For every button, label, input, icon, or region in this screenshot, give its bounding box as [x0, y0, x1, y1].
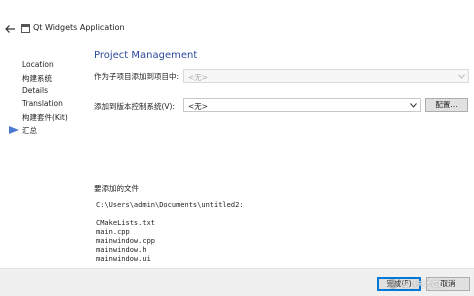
- chevron-down-icon: [458, 74, 465, 79]
- file-item: mainwindow.h: [96, 246, 147, 254]
- application-icon: [21, 24, 30, 33]
- subproject-value: <无>: [188, 73, 209, 82]
- current-step-arrow-icon: [9, 126, 19, 134]
- step-details: Details: [22, 86, 49, 95]
- version-control-label: 添加到版本控制系统(V):: [94, 102, 176, 111]
- files-heading: 要添加的文件: [94, 184, 139, 193]
- file-item: main.cpp: [96, 228, 130, 236]
- file-item: mainwindow.cpp: [96, 237, 156, 245]
- configure-button[interactable]: 配置...: [425, 98, 468, 112]
- subproject-label: 作为子项目添加到项目中:: [94, 72, 180, 81]
- project-path: C:\Users\admin\Documents\untitled2:: [96, 201, 244, 209]
- version-control-value: <无>: [188, 102, 209, 111]
- page-title: Project Management: [94, 50, 198, 61]
- watermark-logo-icon: [388, 279, 398, 289]
- window-title: Qt Widgets Application: [33, 23, 125, 32]
- step-build-system: 构建系统: [22, 74, 52, 83]
- watermark: @小天才G0: [400, 280, 444, 289]
- step-kits: 构建套件(Kit): [22, 113, 68, 122]
- file-item: CMakeLists.txt: [96, 219, 156, 227]
- title-bar: Qt Widgets Application: [0, 0, 474, 54]
- chevron-down-icon: [410, 103, 417, 108]
- back-arrow-icon[interactable]: [3, 22, 17, 36]
- version-control-combo[interactable]: <无>: [183, 98, 421, 112]
- step-summary: 汇总: [22, 126, 37, 135]
- subproject-combo[interactable]: <无>: [183, 69, 469, 83]
- step-translation: Translation: [22, 99, 63, 108]
- file-item: mainwindow.ui: [96, 255, 151, 263]
- step-location: Location: [22, 60, 54, 69]
